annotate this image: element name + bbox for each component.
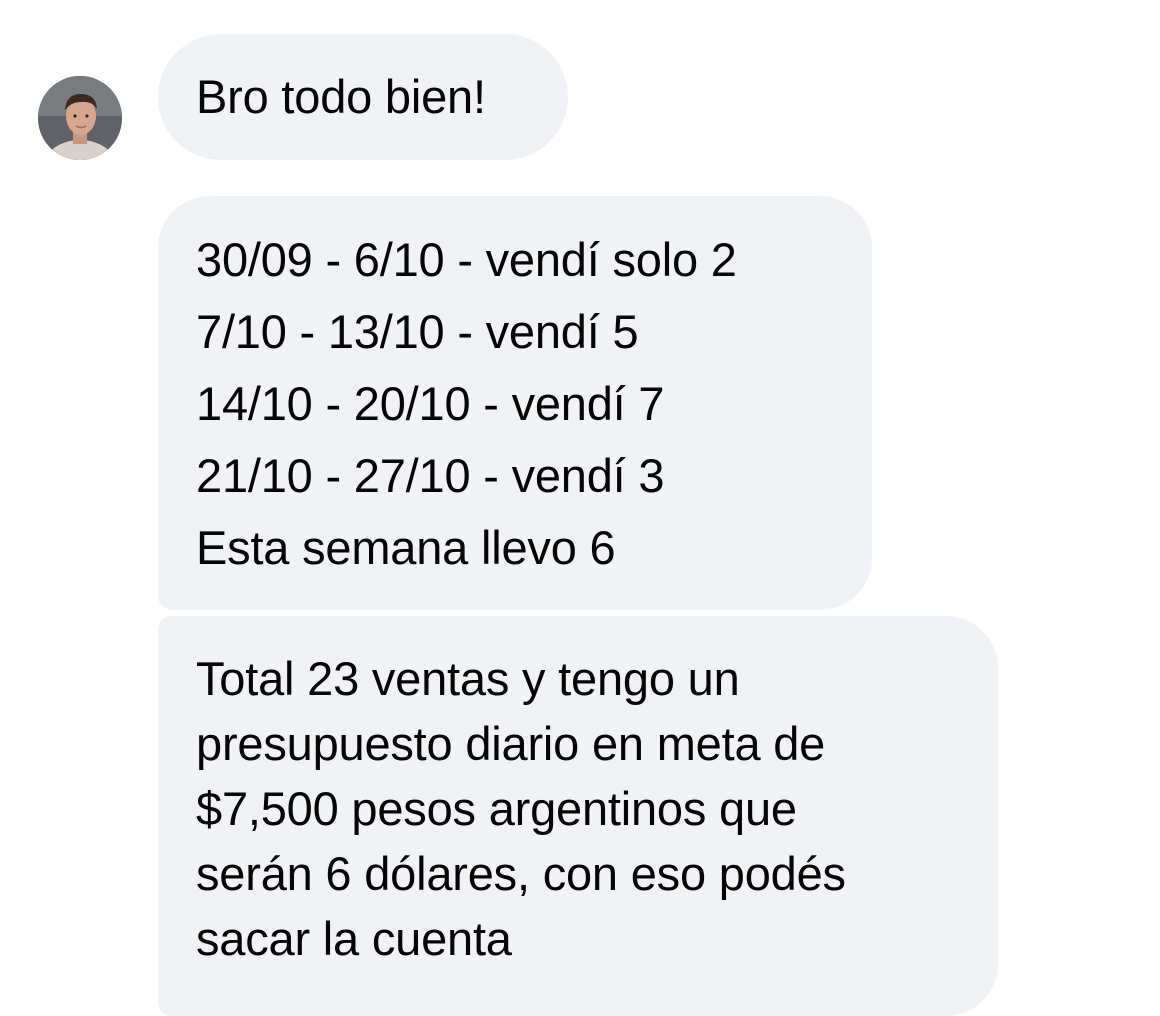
message-line: 30/09 - 6/10 - vendí solo 2 — [196, 233, 737, 286]
message-line: sacar la cuenta — [196, 912, 512, 965]
message-text: Bro todo bien! — [196, 70, 486, 123]
message-bubble[interactable]: Bro todo bien! — [158, 34, 568, 160]
message-line: presupuesto diario en meta de — [196, 717, 826, 770]
message-line: 7/10 - 13/10 - vendí 5 — [196, 305, 639, 358]
avatar[interactable] — [38, 76, 122, 160]
message-line: 14/10 - 20/10 - vendí 7 — [196, 377, 665, 430]
message-line: 21/10 - 27/10 - vendí 3 — [196, 449, 665, 502]
message-line: Esta semana llevo 6 — [196, 521, 616, 574]
message-line: Total 23 ventas y tengo un — [196, 652, 740, 705]
avatar-photo — [38, 76, 122, 160]
message-line: serán 6 dólares, con eso podés — [196, 847, 846, 900]
message-line: $7,500 pesos argentinos que — [196, 782, 797, 835]
message-bubble[interactable]: Total 23 ventas y tengo un presupuesto d… — [158, 616, 998, 1016]
message-bubble[interactable]: 30/09 - 6/10 - vendí solo 2 7/10 - 13/10… — [158, 196, 872, 610]
